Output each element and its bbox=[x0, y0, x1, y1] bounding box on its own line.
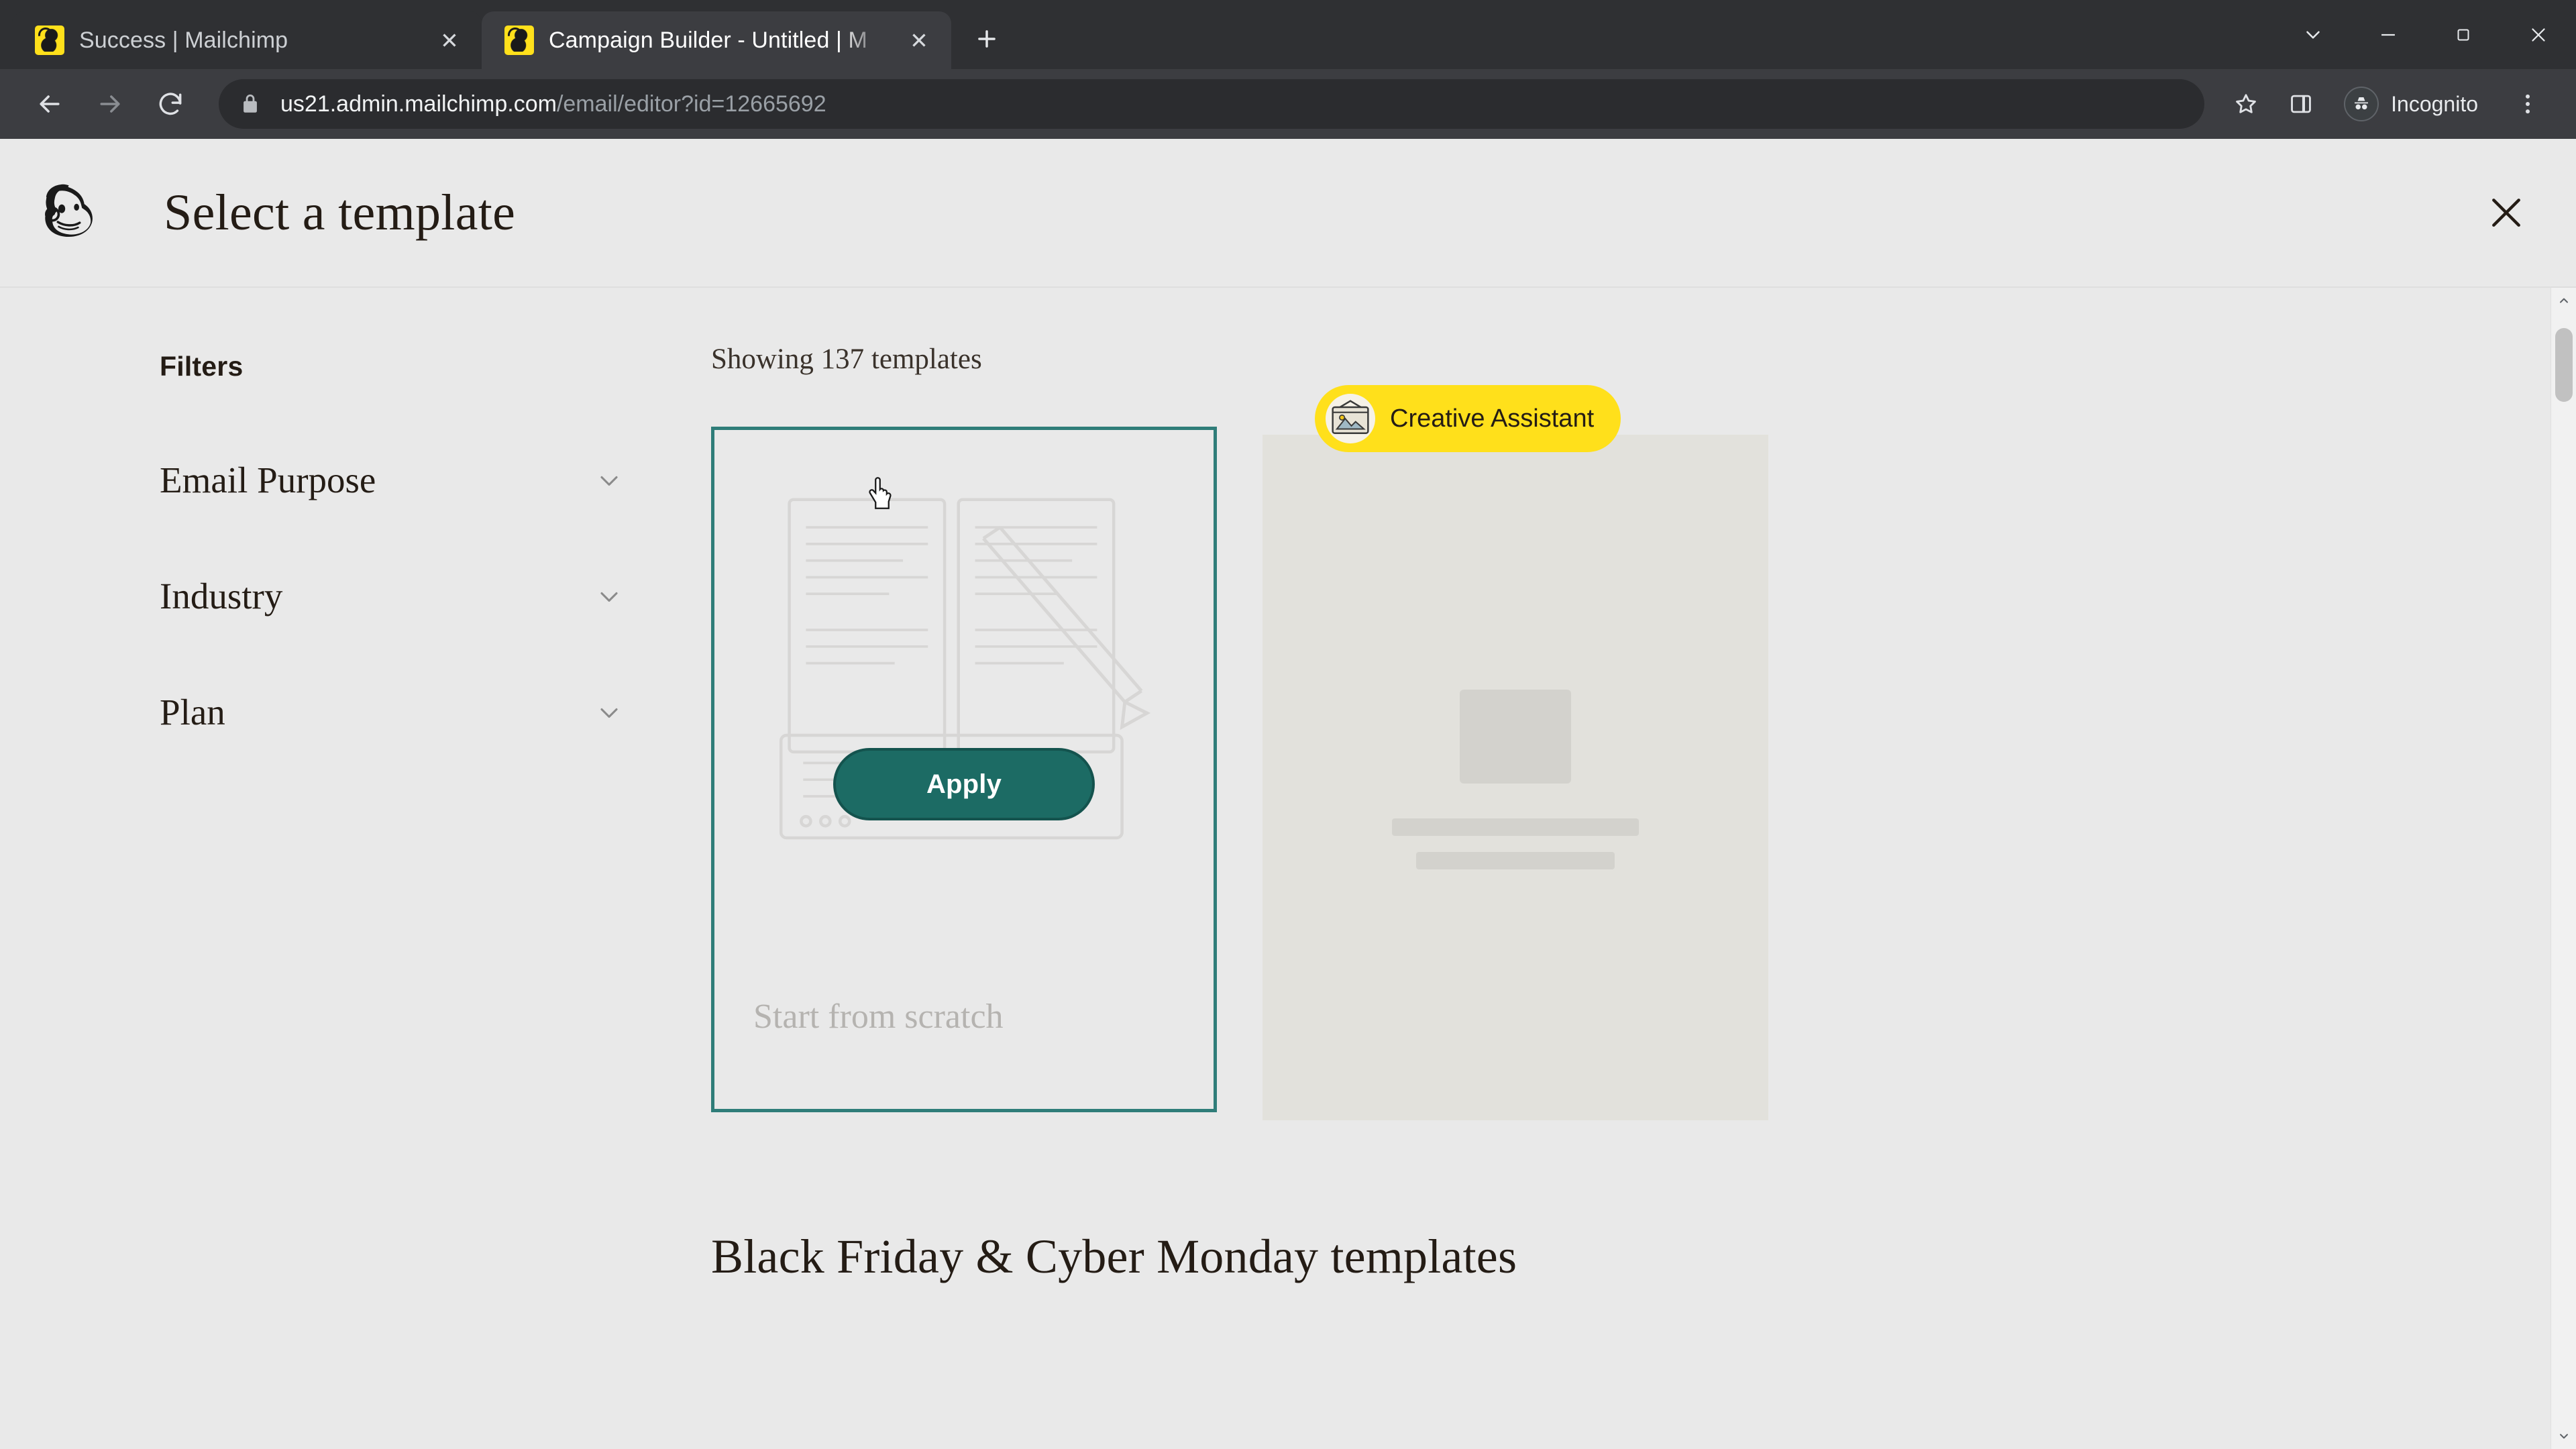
forward-arrow-icon[interactable] bbox=[83, 77, 137, 131]
template-card-start-from-scratch[interactable]: Apply Start from scratch bbox=[711, 427, 1217, 1112]
template-card-creative-assistant[interactable]: Creative Assistant bbox=[1263, 385, 1768, 1120]
tab-title: Success | Mailchimp bbox=[79, 27, 288, 53]
scroll-down-arrow-icon[interactable] bbox=[2551, 1424, 2576, 1449]
scroll-up-arrow-icon[interactable] bbox=[2551, 288, 2576, 313]
page-content: Select a template Filters Email Purpose bbox=[0, 139, 2576, 1449]
incognito-avatar-icon bbox=[2344, 87, 2379, 121]
creative-assistant-icon bbox=[1326, 394, 1375, 443]
window-controls bbox=[2275, 0, 2576, 69]
browser-tab-success[interactable]: Success | Mailchimp ✕ bbox=[12, 11, 482, 69]
filter-industry[interactable]: Industry bbox=[160, 563, 629, 629]
template-browser: Filters Email Purpose Industry Plan Show… bbox=[0, 288, 2576, 1449]
templates-main: Showing 137 templates Apply Start from s… bbox=[711, 288, 2576, 1449]
three-dot-menu-icon[interactable] bbox=[2502, 78, 2553, 129]
mailchimp-favicon bbox=[35, 25, 64, 55]
chevron-down-icon bbox=[594, 582, 624, 611]
template-card-grid: Apply Start from scratch Creative Assist… bbox=[711, 385, 2576, 1120]
url-path: /email/editor?id=12665692 bbox=[556, 91, 826, 117]
close-icon[interactable]: ✕ bbox=[432, 23, 467, 58]
tab-strip: Success | Mailchimp ✕ Campaign Builder -… bbox=[0, 0, 2576, 69]
reload-icon[interactable] bbox=[144, 77, 197, 131]
close-icon[interactable]: ✕ bbox=[902, 23, 936, 58]
page-scrollbar[interactable] bbox=[2551, 288, 2576, 1449]
placeholder-image-block bbox=[1460, 690, 1571, 784]
creative-assistant-thumbnail[interactable] bbox=[1263, 435, 1768, 1120]
page-header: Select a template bbox=[0, 139, 2576, 288]
filter-plan[interactable]: Plan bbox=[160, 679, 629, 745]
placeholder-text-block bbox=[1416, 852, 1615, 869]
creative-assistant-label: Creative Assistant bbox=[1390, 404, 1595, 433]
filter-label: Email Purpose bbox=[160, 460, 376, 500]
close-icon[interactable] bbox=[2475, 182, 2537, 244]
placeholder-text-block bbox=[1392, 818, 1639, 836]
showing-count-text: Showing 137 templates bbox=[711, 343, 982, 375]
star-icon[interactable] bbox=[2220, 78, 2271, 129]
chevron-down-icon bbox=[594, 466, 624, 495]
filter-label: Plan bbox=[160, 692, 225, 733]
apply-button[interactable]: Apply bbox=[833, 748, 1095, 820]
url-text: us21.admin.mailchimp.com/email/editor?id… bbox=[280, 91, 826, 117]
close-window-button[interactable] bbox=[2501, 0, 2576, 69]
lock-icon bbox=[239, 93, 262, 115]
address-bar[interactable]: us21.admin.mailchimp.com/email/editor?id… bbox=[219, 79, 2205, 129]
chevron-down-icon[interactable] bbox=[2275, 0, 2351, 69]
new-tab-button[interactable] bbox=[963, 15, 1010, 62]
back-arrow-icon[interactable] bbox=[23, 77, 76, 131]
creative-assistant-badge[interactable]: Creative Assistant bbox=[1315, 385, 1621, 452]
filters-sidebar: Filters Email Purpose Industry Plan bbox=[0, 288, 711, 1449]
side-panel-icon[interactable] bbox=[2275, 78, 2326, 129]
tab-title: Campaign Builder - Untitled | M bbox=[549, 27, 867, 53]
browser-tab-campaign-builder[interactable]: Campaign Builder - Untitled | M ✕ bbox=[482, 11, 951, 69]
mailchimp-favicon bbox=[504, 25, 534, 55]
chevron-down-icon bbox=[594, 698, 624, 727]
template-card-label: Start from scratch bbox=[753, 998, 1004, 1036]
page-title: Select a template bbox=[164, 184, 516, 241]
minimize-button[interactable] bbox=[2351, 0, 2426, 69]
url-host: us21.admin.mailchimp.com bbox=[280, 91, 557, 117]
browser-window: Success | Mailchimp ✕ Campaign Builder -… bbox=[0, 0, 2576, 1449]
maximize-button[interactable] bbox=[2426, 0, 2501, 69]
profile-incognito-button[interactable]: Incognito bbox=[2330, 78, 2498, 129]
toolbar-right-actions: Incognito bbox=[2220, 78, 2553, 129]
browser-toolbar: us21.admin.mailchimp.com/email/editor?id… bbox=[0, 69, 2576, 139]
filter-label: Industry bbox=[160, 576, 283, 616]
filter-email-purpose[interactable]: Email Purpose bbox=[160, 447, 629, 513]
scrollbar-thumb[interactable] bbox=[2555, 328, 2573, 402]
profile-label: Incognito bbox=[2391, 91, 2478, 116]
mailchimp-freddie-logo bbox=[32, 174, 110, 252]
section-heading-black-friday: Black Friday & Cyber Monday templates bbox=[711, 1230, 1517, 1283]
filters-heading: Filters bbox=[160, 351, 244, 382]
